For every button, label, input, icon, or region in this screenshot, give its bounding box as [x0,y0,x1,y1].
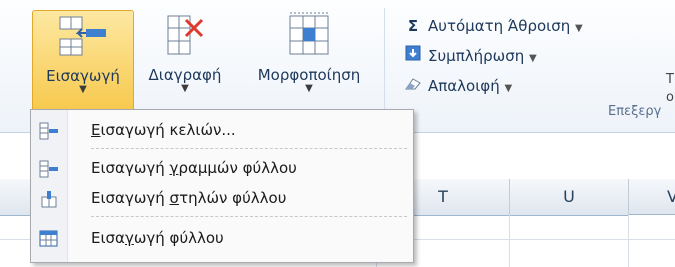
menu-item-label: Εισαγωγή φύλλου [91,229,224,247]
menu-item-insert-cells[interactable]: Εισαγωγή κελιών... [31,116,413,144]
menu-item-label: Εισαγωγή στηλών φύλλου [91,189,287,207]
menu-item-insert-sheet[interactable]: Εισαγωγή φύλλου [31,224,413,252]
fill-label: Συμπλήρωση [428,47,525,65]
menu-item-label: Εισαγωγή γραμμών φύλλου [91,159,297,177]
chevron-down-icon: ▼ [305,83,313,94]
group-separator [384,8,385,118]
clear-button[interactable]: Απαλοιφή ▼ [402,72,512,100]
delete-cells-icon [158,10,212,60]
insert-label: Εισαγωγή [46,67,120,85]
insert-sheet-icon [39,229,59,247]
truncated-text: ο [666,90,674,105]
insert-button[interactable]: Εισαγωγή ▼ [32,10,134,112]
menu-item-insert-columns[interactable]: Εισαγωγή στηλών φύλλου [31,184,413,212]
chevron-down-icon: ▼ [504,83,513,94]
chevron-down-icon: ▼ [181,83,189,94]
sigma-icon: Σ [407,17,419,35]
insert-rows-icon [39,159,59,178]
eraser-icon [402,72,424,100]
insert-cells-icon [56,11,110,61]
format-label: Μορφοποίηση [257,66,361,84]
grid-line [628,215,629,267]
delete-button[interactable]: Διαγραφή ▼ [130,10,240,110]
autosum-button[interactable]: Σ Αυτόματη Άθροιση ▼ [402,12,583,40]
delete-label: Διαγραφή [148,66,222,84]
fill-button[interactable]: Συμπλήρωση ▼ [402,42,537,70]
clear-label: Απαλοιφή [428,77,500,95]
menu-divider [91,216,407,217]
menu-item-insert-rows[interactable]: Εισαγωγή γραμμών φύλλου [31,154,413,182]
insert-columns-icon [39,189,59,208]
menu-item-label: Εισαγωγή κελιών... [91,121,236,139]
column-header-v[interactable]: V [629,179,675,215]
truncated-text: Τ [666,72,674,87]
format-button[interactable]: Μορφοποίηση ▼ [244,10,374,110]
fill-down-icon [402,42,424,70]
format-cells-icon [282,10,336,60]
chevron-down-icon: ▼ [575,23,583,34]
menu-divider [91,148,407,149]
column-header-u[interactable]: U [510,179,629,216]
autosum-label: Αυτόματη Άθροιση [428,17,571,35]
editing-group-label: Επεξεργ [608,104,662,119]
insert-cells-icon [39,121,59,140]
insert-dropdown-menu: Εισαγωγή κελιών... Εισαγωγή γραμμών φύλλ… [30,109,414,263]
grid-line [509,215,510,267]
chevron-down-icon: ▼ [79,84,87,95]
chevron-down-icon: ▼ [529,53,537,64]
